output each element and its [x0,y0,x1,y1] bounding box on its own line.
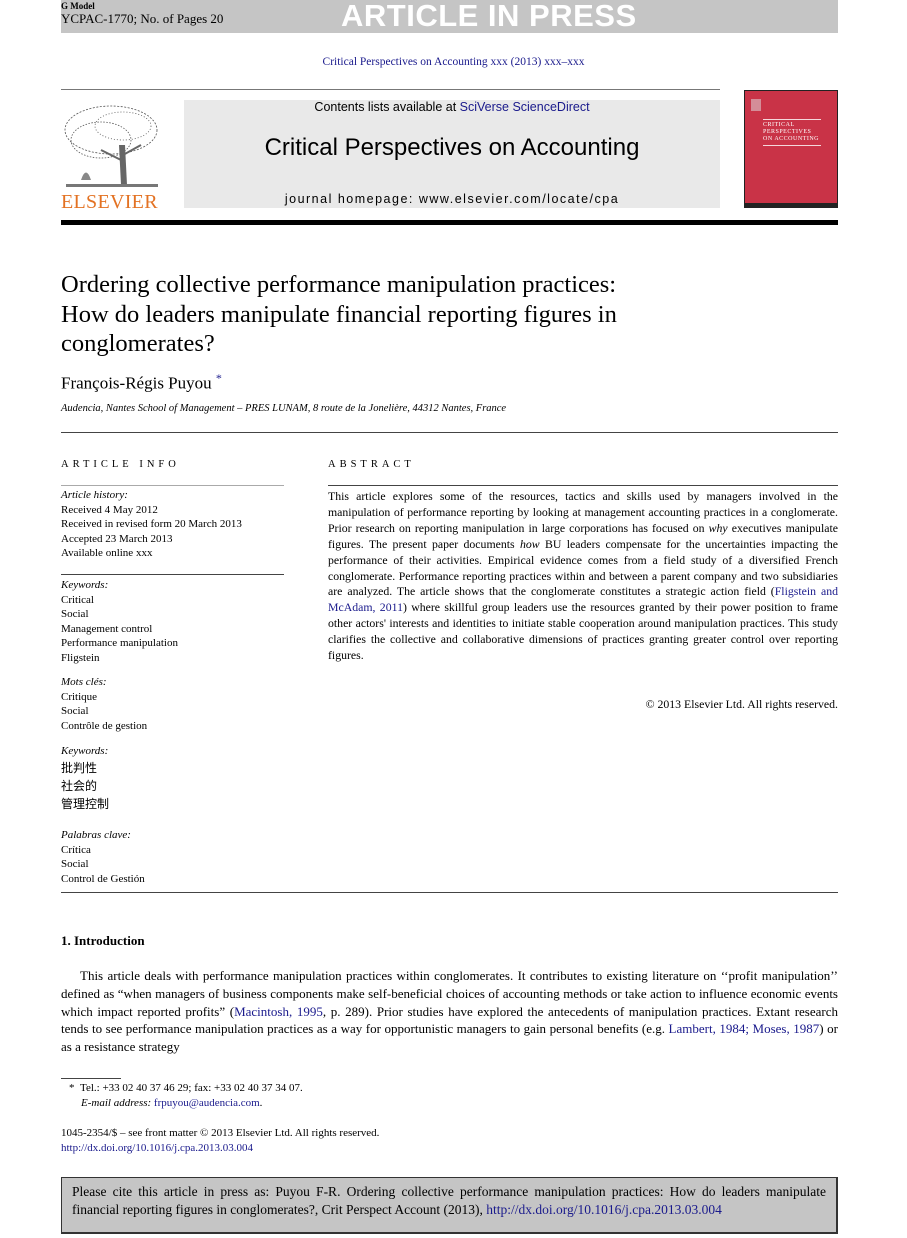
keyword: Social [61,705,89,717]
g-model-label: G Model [61,1,95,11]
footnote-marker: * [69,1082,75,1094]
keyword: 管理控制 [61,796,110,811]
keyword: Contrôle de gestion [61,719,148,732]
keyword: Management control [61,622,153,635]
email-label: E-mail address: [81,1097,154,1109]
contact-text: Tel.: +33 02 40 37 46 29; fax: +33 02 40… [80,1082,303,1094]
cover-footer-band [745,203,837,207]
cover-line-3: ON ACCOUNTING [763,136,819,142]
history-online: Available online xxx [61,547,153,559]
journal-masthead: Contents lists available at SciVerse Sci… [184,100,720,208]
cite-this-article-box: Please cite this article in press as: Pu… [61,1177,838,1234]
affiliation-rule [61,432,838,433]
keywords-label: Keywords: [61,579,109,591]
history-received: Received 4 May 2012 [61,503,158,516]
keyword: Social [61,608,89,620]
article-history: Article history: Received 4 May 2012 Rec… [61,488,242,561]
author-footnote-marker[interactable]: * [216,371,222,385]
title-line-3: conglomerates? [61,330,215,357]
keyword: Crítica [61,843,91,856]
masthead-rule [61,89,720,90]
title-line-1: Ordering collective performance manipula… [61,271,617,298]
cover-line-2: PERSPECTIVES [763,129,812,135]
title-line-2: How do leaders manipulate financial repo… [61,300,617,328]
history-rule [61,574,284,575]
banner-text: ARTICLE IN PRESS [341,0,637,33]
author-affiliation: Audencia, Nantes School of Management – … [61,403,507,414]
front-matter-end-rule [61,892,838,893]
cite-doi-link[interactable]: http://dx.doi.org/10.1016/j.cpa.2013.03.… [486,1202,722,1217]
abstract-text: This article explores some of the resour… [328,489,838,664]
keyword: 批判性 [61,760,98,775]
abstract-rule [328,485,838,486]
keywords-label: Palabras clave: [61,829,131,841]
abstract-heading: ABSTRACT [328,459,415,470]
history-label: Article history: [61,489,128,501]
citation-link[interactable]: Macintosh, 1995 [234,1004,323,1019]
keyword: Critical [61,593,94,606]
author: François-Régis Puyou * [61,371,222,394]
introduction-paragraph: This article deals with performance mani… [61,967,838,1056]
keyword: 社会的 [61,778,98,793]
keywords-label: Keywords: [61,745,109,757]
cover-title: CRITICAL PERSPECTIVES ON ACCOUNTING [763,122,819,143]
keyword: Control de Gestión [61,872,145,885]
keyword: Critique [61,690,98,703]
contents-available-line: Contents lists available at SciVerse Sci… [184,100,720,114]
doi-link[interactable]: http://dx.doi.org/10.1016/j.cpa.2013.03.… [61,1142,253,1154]
keywords-zh: Keywords: 批判性 社会的 管理控制 [61,744,109,813]
section-heading-introduction: 1. Introduction [61,933,145,948]
history-accepted: Accepted 23 March 2013 [61,532,173,545]
masthead-thick-rule [61,220,838,225]
contents-prefix: Contents lists available at [314,100,460,114]
elsevier-wordmark: ELSEVIER [61,191,158,213]
abstract-copyright: © 2013 Elsevier Ltd. All rights reserved… [645,697,838,711]
cover-rule-bottom [763,145,821,146]
email-link[interactable]: frpuyou@audencia.com [154,1097,260,1109]
cover-rule-top [763,119,821,120]
journal-homepage[interactable]: journal homepage: www.elsevier.com/locat… [184,192,720,206]
article-info-rule [61,485,284,486]
keyword: Performance manipulation [61,637,178,649]
manuscript-id: YCPAC-1770; No. of Pages 20 [61,11,224,26]
journal-cover-thumbnail: CRITICAL PERSPECTIVES ON ACCOUNTING [744,90,838,208]
abstract-part: ) where skillful group leaders use the r… [328,600,838,663]
keywords-en: Keywords: Critical Social Management con… [61,578,178,665]
keywords-fr: Mots clés: Critique Social Contrôle de g… [61,675,147,733]
history-revised: Received in revised form 20 March 2013 [61,518,242,530]
email-suffix: . [259,1097,263,1109]
author-name: François-Régis Puyou [61,373,212,393]
article-title: Ordering collective performance manipula… [61,270,761,359]
abstract-emphasis: how [519,536,540,551]
front-matter-notice: 1045-2354/$ – see front matter © 2013 El… [61,1127,380,1139]
article-info-heading: ARTICLE INFO [61,459,180,470]
keywords-es: Palabras clave: Crítica Social Control d… [61,828,145,886]
keyword: Social [61,858,89,870]
cover-line-1: CRITICAL [763,122,795,128]
citation-link[interactable]: Lambert, 1984; Moses, 1987 [669,1021,820,1036]
keywords-label: Mots clés: [61,676,107,688]
journal-title: Critical Perspectives on Accounting [264,134,640,161]
footnote-rule [61,1078,121,1079]
keyword: Fligstein [61,651,100,664]
footnote-contact: * Tel.: +33 02 40 37 46 29; fax: +33 02 … [69,1082,303,1094]
journal-citation-line[interactable]: Critical Perspectives on Accounting xxx … [0,56,907,68]
cover-elsevier-icon [751,99,761,111]
footnote-email: E-mail address: frpuyou@audencia.com. [81,1097,262,1109]
abstract-emphasis: why [708,520,728,535]
sciencedirect-link[interactable]: SciVerse ScienceDirect [460,100,590,114]
